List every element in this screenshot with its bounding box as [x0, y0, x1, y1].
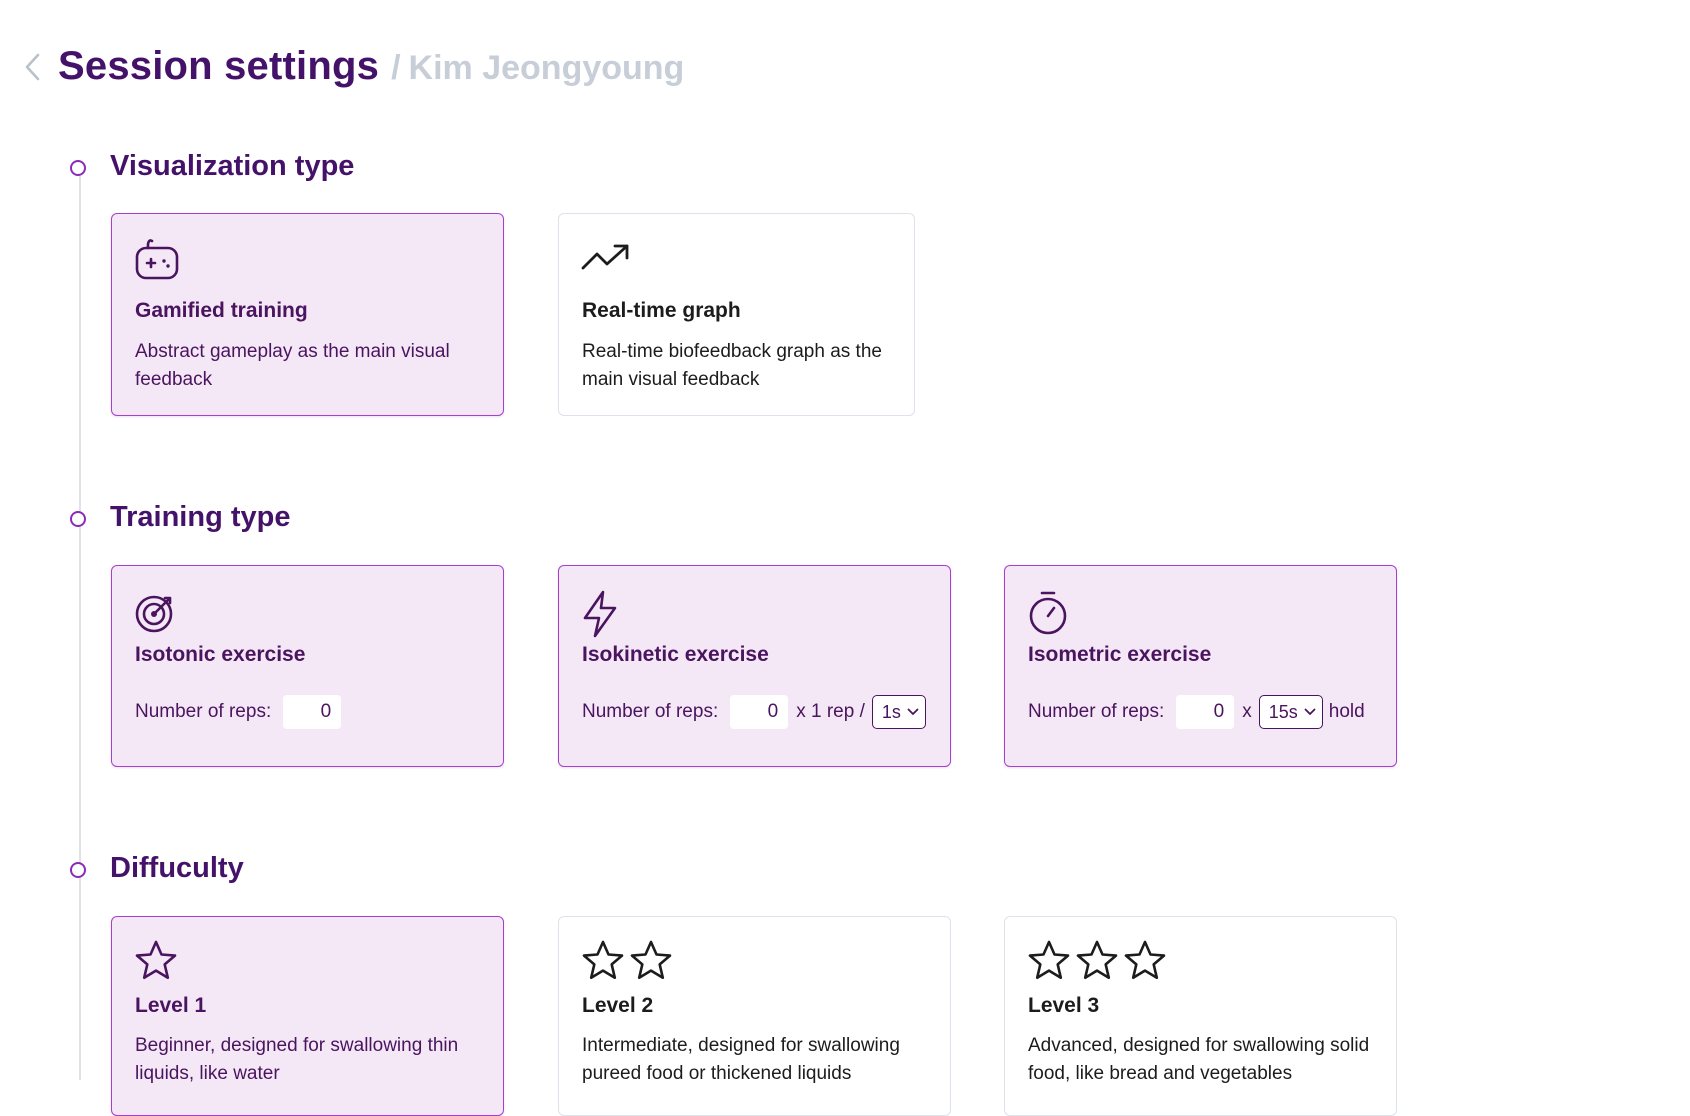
card-level-2[interactable]: Level 2 Intermediate, designed for swall… [558, 916, 951, 1116]
card-realtime-graph[interactable]: Real-time graph Real-time biofeedback gr… [558, 213, 915, 416]
card-title: Gamified training [135, 299, 308, 322]
card-title: Isotonic exercise [135, 643, 306, 666]
lightning-icon [581, 590, 621, 643]
reps-row: Number of reps: x 15s hold [1028, 695, 1365, 729]
section-marker [70, 862, 86, 878]
chevron-down-icon [907, 708, 919, 715]
hold-text: hold [1328, 701, 1365, 722]
card-title: Real-time graph [582, 299, 741, 322]
card-description: Abstract gameplay as the main visual fee… [135, 341, 450, 390]
stars-icon [581, 939, 673, 983]
reps-input[interactable] [1176, 695, 1235, 729]
reps-row: Number of reps: x 1 rep / 1s [582, 695, 926, 729]
timeline-line [79, 176, 81, 1080]
section-marker [70, 160, 86, 176]
section-title-visualization: Visualization type [110, 150, 355, 182]
back-button[interactable] [18, 49, 46, 85]
reps-label: Number of reps: [582, 701, 719, 722]
gamepad-icon [134, 238, 180, 287]
card-title: Isometric exercise [1028, 643, 1212, 666]
star-icon [1076, 940, 1118, 979]
card-title: Level 2 [582, 994, 654, 1017]
reps-input[interactable] [730, 695, 789, 729]
card-title: Isokinetic exercise [582, 643, 769, 666]
star-icon [582, 940, 624, 979]
reps-label: Number of reps: [1028, 701, 1165, 722]
card-title: Level 3 [1028, 994, 1100, 1017]
stars-icon [1027, 939, 1167, 983]
star-icon [134, 939, 178, 988]
duration-select-value: 1s [881, 701, 901, 722]
card-isotonic-exercise[interactable]: Isotonic exercise Number of reps: [111, 565, 504, 767]
card-description: Real-time biofeedback graph as the main … [582, 341, 882, 390]
section-title-training: Training type [110, 501, 291, 533]
hold-duration-select[interactable]: 15s [1258, 695, 1323, 729]
stopwatch-icon [1027, 590, 1071, 643]
chevron-left-icon [25, 53, 40, 80]
section-marker [70, 511, 86, 527]
section-title-difficulty: Diffuculty [110, 852, 244, 884]
reps-input[interactable] [283, 695, 342, 729]
reps-multiplier-text: x [1242, 701, 1252, 722]
page-header: Session settings / Kim Jeongyoung [18, 44, 684, 89]
star-icon [630, 940, 672, 979]
patient-name: Kim Jeongyoung [408, 49, 685, 87]
card-level-1[interactable]: Level 1 Beginner, designed for swallowin… [111, 916, 504, 1116]
star-icon [1124, 940, 1166, 979]
reps-multiplier-text: x 1 rep / [796, 701, 865, 722]
target-icon [134, 590, 180, 639]
reps-label: Number of reps: [135, 701, 272, 722]
chevron-down-icon [1304, 708, 1316, 715]
card-title: Level 1 [135, 994, 207, 1017]
card-isokinetic-exercise[interactable]: Isokinetic exercise Number of reps: x 1 … [558, 565, 951, 767]
trending-up-icon [581, 238, 631, 283]
page-title: Session settings [58, 44, 380, 88]
duration-select[interactable]: 1s [871, 695, 926, 729]
card-level-3[interactable]: Level 3 Advanced, designed for swallowin… [1004, 916, 1397, 1116]
card-isometric-exercise[interactable]: Isometric exercise Number of reps: x 15s… [1004, 565, 1397, 767]
breadcrumb-separator: / [391, 49, 401, 87]
reps-row: Number of reps: [135, 695, 342, 729]
card-gamified-training[interactable]: Gamified training Abstract gameplay as t… [111, 213, 504, 416]
star-icon [1028, 940, 1070, 979]
hold-duration-select-value: 15s [1268, 701, 1298, 722]
